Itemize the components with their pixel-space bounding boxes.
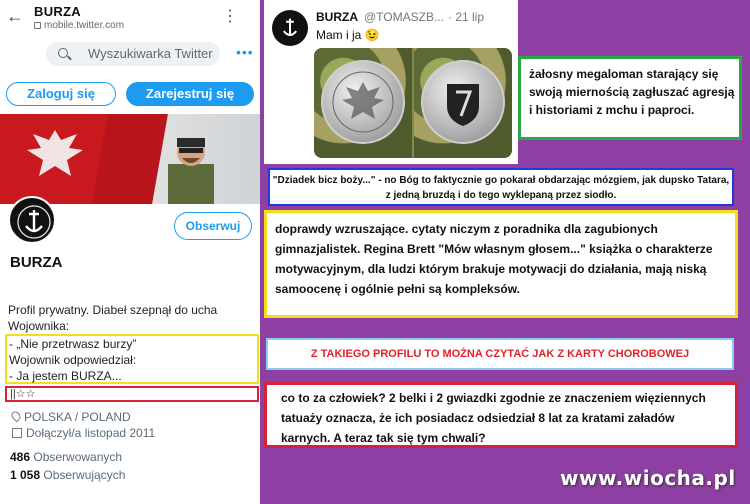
comment-red: co to za człowiek? 2 belki i 2 gwiazdki … bbox=[264, 382, 738, 448]
following-label: Obserwowanych bbox=[33, 450, 123, 464]
signup-button[interactable]: Zarejestruj się bbox=[126, 82, 254, 106]
location-text: POLSKA / POLAND bbox=[24, 410, 131, 424]
followers-count: 1 058 bbox=[10, 468, 41, 482]
coin-front bbox=[321, 60, 405, 144]
profile-banner bbox=[0, 114, 260, 204]
calendar-icon bbox=[12, 428, 22, 438]
comment-quote: "Dziadek bicz boży..." - no Bóg to fakty… bbox=[268, 168, 734, 206]
bio-quote-line: - „Nie przetrwasz burzy” bbox=[9, 337, 137, 351]
tweet-card[interactable]: BURZA @TOMASZB... · 21 lip Mam i ja 😉 bbox=[264, 0, 518, 164]
page-title: BURZA bbox=[34, 4, 81, 19]
bio-line: Wojownika: bbox=[8, 319, 70, 333]
profile-bio: Profil prywatny. Diabeł szepnął do ucha … bbox=[8, 302, 256, 334]
following-stat[interactable]: 486 Obserwowanych bbox=[10, 450, 122, 464]
eagle-emblem-icon bbox=[27, 130, 83, 176]
eagle-coin-icon bbox=[332, 71, 394, 133]
more-options-icon[interactable]: ••• bbox=[236, 44, 254, 60]
comment-green-text: żałosny megaloman starający się swoją mi… bbox=[529, 67, 735, 117]
login-button[interactable]: Zaloguj się bbox=[6, 82, 116, 106]
joined-row: Dołączył/a listopad 2011 bbox=[12, 426, 155, 440]
followers-stat[interactable]: 1 058 Obserwujących bbox=[10, 468, 125, 482]
bio-quote-line: - Ja jestem BURZA... bbox=[9, 369, 122, 383]
tweet-avatar[interactable] bbox=[272, 10, 308, 46]
bio-line: Profil prywatny. Diabeł szepnął do ucha bbox=[8, 303, 218, 317]
menu-dots-icon[interactable]: ⋮ bbox=[222, 6, 238, 26]
follow-button[interactable]: Obserwuj bbox=[174, 212, 252, 240]
browser-top-bar: ← BURZA mobile.twitter.com ⋮ bbox=[0, 0, 260, 34]
man-photo bbox=[168, 138, 214, 204]
tweet-text: Mam i ja 😉 bbox=[316, 28, 380, 42]
profile-name: BURZA bbox=[10, 254, 63, 271]
page-url: mobile.twitter.com bbox=[44, 20, 125, 31]
back-arrow-icon[interactable]: ← bbox=[6, 6, 24, 27]
twitter-profile-panel: ← BURZA mobile.twitter.com ⋮ Wyszukiwark… bbox=[0, 0, 260, 504]
symbols-highlight: ||☆☆ bbox=[5, 386, 259, 402]
comment-headline: Z TAKIEGO PROFILU TO MOŻNA CZYTAĆ JAK Z … bbox=[266, 338, 734, 370]
avatar[interactable] bbox=[8, 196, 56, 244]
commentary-area: BURZA @TOMASZB... · 21 lip Mam i ja 😉 ża… bbox=[264, 0, 750, 504]
location-pin-icon bbox=[9, 409, 23, 423]
followers-label: Obserwujących bbox=[43, 468, 126, 482]
shield-seven-icon bbox=[447, 84, 479, 126]
tweet-coins-photo[interactable] bbox=[314, 48, 512, 158]
lock-icon bbox=[34, 22, 41, 29]
search-placeholder: Wyszukiwarka Twitter bbox=[88, 46, 213, 61]
bio-quote-line: Wojownik odpowiedział: bbox=[9, 353, 137, 367]
coin-back bbox=[421, 60, 505, 144]
tweet-author-handle: @TOMASZB... bbox=[364, 10, 444, 24]
tweet-author-name: BURZA bbox=[316, 10, 358, 24]
site-watermark: www.wiocha.pl bbox=[560, 466, 736, 490]
comment-yellow: doprawdy wzruszające. cytaty niczym z po… bbox=[264, 210, 738, 318]
location-row: POLSKA / POLAND bbox=[9, 409, 131, 424]
tweet-date: · 21 lip bbox=[448, 10, 485, 24]
search-input[interactable]: Wyszukiwarka Twitter bbox=[46, 42, 220, 66]
anchor-icon bbox=[282, 18, 298, 36]
joined-text: Dołączył/a listopad 2011 bbox=[26, 426, 156, 440]
anchor-icon bbox=[17, 205, 51, 239]
comment-green: żałosny megaloman starający się swoją mi… bbox=[518, 56, 742, 140]
search-icon bbox=[58, 48, 68, 58]
bio-quote-highlight: - „Nie przetrwasz burzy” Wojownik odpowi… bbox=[5, 334, 259, 384]
following-count: 486 bbox=[10, 450, 31, 464]
